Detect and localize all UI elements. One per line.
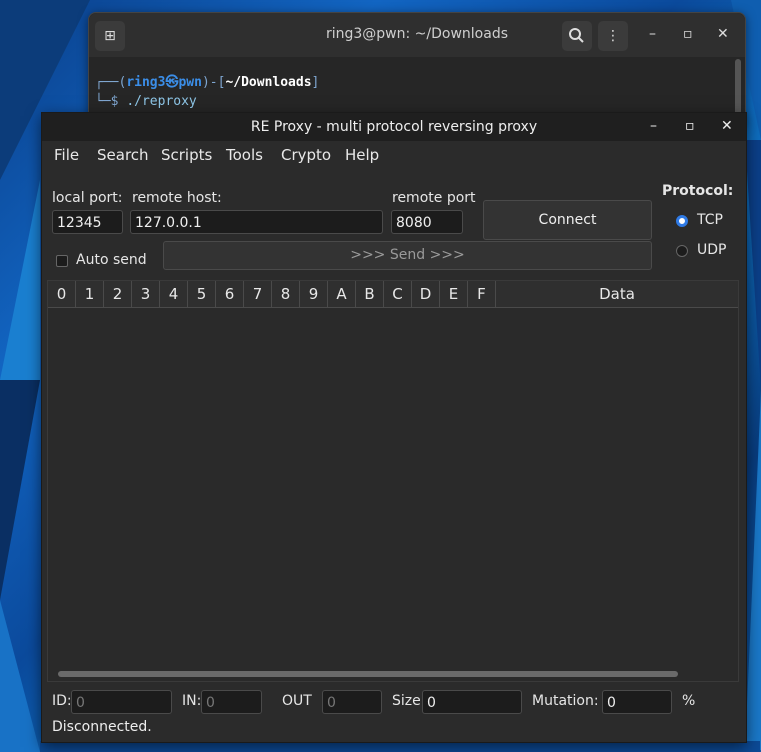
mutation-label: Mutation: — [532, 693, 599, 709]
terminal-scrollbar[interactable] — [735, 59, 741, 119]
connect-button[interactable]: Connect — [483, 200, 652, 240]
col-header[interactable]: 3 — [132, 281, 160, 307]
mutation-field[interactable]: 0 — [602, 690, 672, 714]
col-header[interactable]: A — [328, 281, 356, 307]
minimize-icon[interactable]: – — [649, 26, 656, 42]
maximize-icon[interactable]: ▫ — [685, 118, 695, 134]
hex-table-header: 0 1 2 3 4 5 6 7 8 9 A B C D E F Data — [48, 281, 738, 308]
send-button[interactable]: >>> Send >>> — [163, 241, 652, 270]
local-port-input[interactable]: 12345 — [52, 210, 123, 234]
col-header[interactable]: E — [440, 281, 468, 307]
menu-search[interactable]: Search — [97, 146, 149, 164]
protocol-tcp-label[interactable]: TCP — [697, 212, 723, 228]
size-field[interactable]: 0 — [422, 690, 522, 714]
menu-help[interactable]: Help — [345, 146, 379, 164]
col-header[interactable]: 0 — [48, 281, 76, 307]
remote-host-input[interactable]: 127.0.0.1 — [130, 210, 383, 234]
col-header[interactable]: 8 — [272, 281, 300, 307]
out-label: OUT — [282, 693, 312, 709]
col-header[interactable]: B — [356, 281, 384, 307]
col-header[interactable]: 1 — [76, 281, 104, 307]
col-header[interactable]: C — [384, 281, 412, 307]
terminal-titlebar[interactable]: ⊞ ring3@pwn: ~/Downloads ⋮ – ▫ ✕ — [89, 13, 745, 57]
protocol-udp-radio[interactable] — [676, 245, 688, 257]
in-field[interactable]: 0 — [201, 690, 262, 714]
size-label: Size: — [392, 693, 426, 709]
hex-table-hscrollbar[interactable] — [58, 671, 678, 677]
terminal-window[interactable]: ⊞ ring3@pwn: ~/Downloads ⋮ – ▫ ✕ ┌──(rin… — [88, 12, 746, 124]
reproxy-window[interactable]: RE Proxy - multi protocol reversing prox… — [41, 112, 747, 743]
remote-host-label: remote host: — [132, 190, 222, 206]
id-field[interactable]: 0 — [71, 690, 172, 714]
reproxy-titlebar[interactable]: RE Proxy - multi protocol reversing prox… — [42, 113, 746, 141]
terminal-output[interactable]: ┌──(ring3㉿pwn)-[~/Downloads] └─$ ./repro… — [95, 73, 319, 111]
minimize-icon[interactable]: – — [650, 118, 657, 134]
terminal-command: ./reproxy — [126, 94, 197, 109]
prompt-path: ~/Downloads — [225, 75, 312, 90]
menu-tools[interactable]: Tools — [226, 146, 263, 164]
search-icon[interactable] — [562, 21, 592, 51]
menu-bar: File Search Scripts Tools Crypto Help — [42, 141, 746, 167]
col-header[interactable]: 7 — [244, 281, 272, 307]
menu-scripts[interactable]: Scripts — [161, 146, 212, 164]
menu-file[interactable]: File — [54, 146, 79, 164]
prompt-decoration: ┌──( — [95, 75, 127, 90]
close-icon[interactable]: ✕ — [717, 26, 729, 42]
col-header[interactable]: 5 — [188, 281, 216, 307]
protocol-label: Protocol: — [662, 183, 734, 199]
close-icon[interactable]: ✕ — [721, 118, 733, 134]
local-port-label: local port: — [52, 190, 123, 206]
percent-label: % — [682, 693, 696, 709]
remote-port-input[interactable]: 8080 — [391, 210, 463, 234]
col-header[interactable]: F — [468, 281, 496, 307]
col-header[interactable]: 4 — [160, 281, 188, 307]
menu-kebab-icon[interactable]: ⋮ — [598, 21, 628, 51]
col-header[interactable]: 9 — [300, 281, 328, 307]
col-header[interactable]: 6 — [216, 281, 244, 307]
col-header[interactable]: D — [412, 281, 440, 307]
prompt-decoration: )-[ — [201, 75, 226, 90]
col-header[interactable]: 2 — [104, 281, 132, 307]
protocol-udp-label[interactable]: UDP — [697, 242, 726, 258]
window-title: RE Proxy - multi protocol reversing prox… — [250, 119, 538, 135]
prompt-host: pwn — [178, 75, 202, 90]
status-text: Disconnected. — [52, 719, 152, 735]
id-label: ID: — [52, 693, 72, 709]
remote-port-label: remote port — [392, 190, 476, 206]
col-header-data[interactable]: Data — [496, 281, 738, 307]
in-label: IN: — [182, 693, 202, 709]
prompt-decoration: ] — [311, 75, 320, 90]
menu-crypto[interactable]: Crypto — [281, 146, 331, 164]
prompt-dollar: └─$ — [95, 94, 127, 109]
terminal-title: ring3@pwn: ~/Downloads — [325, 26, 509, 42]
auto-send-checkbox[interactable] — [56, 255, 68, 267]
protocol-tcp-radio[interactable] — [676, 215, 688, 227]
prompt-user: ring3 — [126, 75, 166, 90]
auto-send-label[interactable]: Auto send — [76, 252, 147, 268]
prompt-at: ㉿ — [165, 75, 179, 90]
out-field[interactable]: 0 — [322, 690, 382, 714]
hex-table[interactable]: 0 1 2 3 4 5 6 7 8 9 A B C D E F Data — [47, 280, 739, 682]
maximize-icon[interactable]: ▫ — [683, 26, 693, 42]
